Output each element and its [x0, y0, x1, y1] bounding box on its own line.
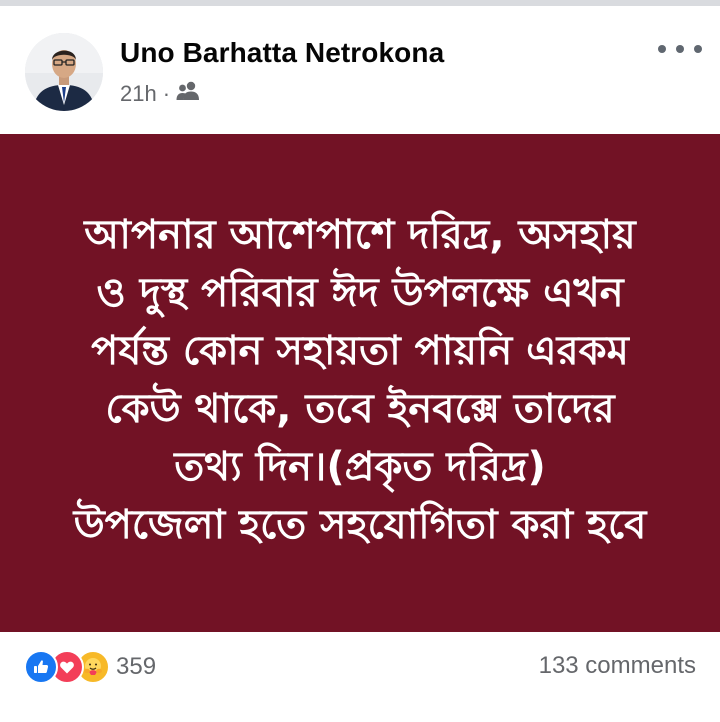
author-name[interactable]: Uno Barhatta Netrokona — [120, 37, 444, 69]
post-text: আপনার আশেপাশে দরিদ্র, অসহায় ও দুস্থ পরি… — [40, 206, 680, 554]
more-options-icon — [658, 45, 666, 53]
post-text-line: উপজেলা হতে সহযোগিতা করা হবে — [73, 502, 647, 548]
post-text-line: আপনার আশেপাশে দরিদ্র, অসহায় — [84, 212, 636, 258]
post-time[interactable]: 21h — [120, 81, 157, 107]
meta-separator: · — [162, 81, 171, 106]
post-text-line: পর্যন্ত কোন সহায়তা পায়নি এরকম — [91, 328, 629, 374]
comments-count-link[interactable]: 133 comments — [539, 652, 696, 680]
post-footer: 359 133 comments — [0, 632, 720, 722]
post-text-line: ও দুস্থ পরিবার ঈদ উপলক্ষে এখন — [96, 270, 624, 316]
reaction-count: 359 — [116, 653, 157, 680]
post-header: Uno Barhatta Netrokona 21h · — [0, 6, 720, 134]
more-options-button[interactable] — [658, 36, 702, 62]
post-text-line: তথ্য দিন।(প্রকৃত দরিদ্র) — [174, 444, 546, 490]
reactions-summary[interactable]: 359 — [24, 650, 156, 684]
friends-icon[interactable] — [176, 80, 200, 108]
profile-photo-icon — [25, 33, 103, 111]
like-icon — [24, 650, 58, 684]
post-background: আপনার আশেপাশে দরিদ্র, অসহায় ও দুস্থ পরি… — [0, 134, 720, 632]
post-meta: 21h · — [120, 80, 200, 108]
avatar[interactable] — [25, 33, 103, 111]
post-text-line: কেউ থাকে, তবে ইনবক্সে তাদের — [105, 386, 615, 432]
